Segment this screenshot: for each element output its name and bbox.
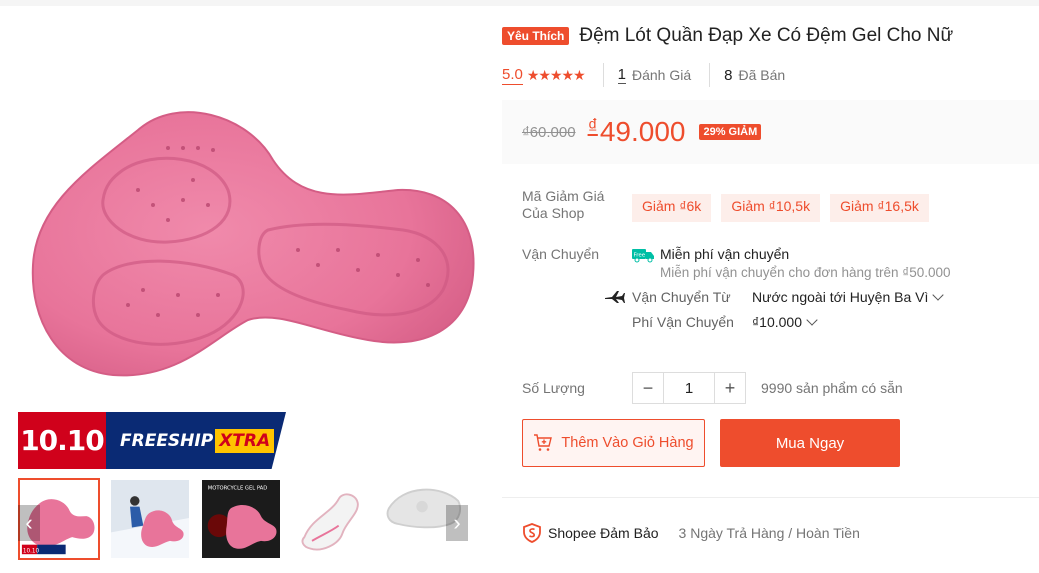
quantity-row: Số Lượng − + 9990 sản phẩm có sẵn	[522, 372, 903, 404]
ship-fee-value: ₫10.000	[752, 314, 803, 330]
voucher-list: Giảm ₫6k Giảm ₫10,5k Giảm ₫16,5k	[632, 194, 929, 222]
original-price: ₫60.000	[522, 123, 576, 141]
promo-freeship-text: FREESHIP	[120, 430, 214, 451]
cart-plus-icon	[534, 434, 553, 451]
quantity-label: Số Lượng	[522, 379, 585, 396]
quantity-increase-button[interactable]: +	[714, 372, 746, 404]
rating-divider	[602, 63, 604, 87]
thumb-moto-caption: MOTORCYCLE GEL PAD	[208, 486, 268, 492]
shopee-guarantee[interactable]: Shopee Đảm Bảo 3 Ngày Trả Hàng / Hoàn Ti…	[522, 523, 860, 543]
pink-saddle-pad-illustration	[31, 111, 475, 377]
thumbnail-strip: 10.10 MOTORCYCLE GEL PAD	[18, 478, 468, 563]
currency-symbol: ₫	[587, 116, 598, 138]
voucher-row: Mã Giảm Giá Của Shop Giảm ₫6k Giảm ₫10,5…	[522, 188, 929, 222]
ship-from-value: Nước ngoài tới Huyện Ba Vì	[752, 289, 929, 305]
free-icon-text: Free	[634, 253, 646, 259]
thumbnail-3[interactable]: MOTORCYCLE GEL PAD	[200, 478, 282, 560]
free-shipping-subtext: Miễn phí vận chuyển cho đơn hàng trên ₫5…	[660, 265, 951, 280]
promo-date: 10.10	[18, 412, 106, 469]
promo-freeship: FREESHIP XTRA	[106, 412, 286, 469]
thumbnail-2[interactable]	[109, 478, 191, 560]
stock-available: 9990 sản phẩm có sẵn	[761, 380, 903, 396]
thumbnail-prev-arrow[interactable]: ‹	[18, 505, 40, 541]
free-shipping-title: Miễn phí vận chuyển	[660, 246, 790, 262]
shipping-label: Vận Chuyển	[522, 246, 600, 262]
voucher-6k[interactable]: Giảm ₫6k	[632, 194, 712, 222]
main-product-image[interactable]	[18, 20, 488, 410]
ship-from-dropdown[interactable]: Nước ngoài tới Huyện Ba Vì	[752, 289, 945, 305]
rating-row: 5.0 ★★★★★ 1 Đánh Giá 8 Đã Bán	[502, 62, 1039, 88]
shipping-details: Free Miễn phí vận chuyển Miễn phí vận ch…	[605, 246, 950, 330]
guarantee-text: 3 Ngày Trả Hàng / Hoàn Tiền	[678, 525, 860, 541]
thumb-white-pad-icon	[293, 480, 371, 558]
airplane-icon	[605, 291, 625, 303]
thumbnail-next-arrow[interactable]: ›	[446, 505, 468, 541]
shipping-row: Vận Chuyển Free Miễn phí vận chuyển Miễn…	[522, 246, 950, 330]
top-strip	[0, 0, 1039, 6]
thumb-skier-icon	[111, 480, 189, 558]
sold-count: 8	[724, 66, 733, 84]
product-title: Đệm Lót Quần Đạp Xe Có Đệm Gel Cho Nữ	[579, 25, 954, 46]
review-count[interactable]: 1	[617, 66, 626, 84]
guarantee-name: Shopee Đảm Bảo	[548, 525, 659, 541]
quantity-stepper: − +	[632, 372, 746, 404]
rating-score[interactable]: 5.0	[502, 66, 523, 85]
thumbnail-4[interactable]	[291, 478, 373, 560]
section-divider	[502, 497, 1039, 498]
current-price: ₫49.000	[588, 116, 686, 148]
promo-banner-1010-freeship: 10.10 FREESHIP XTRA	[18, 412, 286, 469]
quantity-input[interactable]	[664, 372, 714, 404]
review-label: Đánh Giá	[631, 67, 692, 83]
voucher-label: Mã Giảm Giá Của Shop	[522, 188, 605, 221]
chevron-down-icon	[806, 314, 818, 326]
thumb-mini-date: 10.10	[23, 548, 40, 554]
add-to-cart-button[interactable]: Thêm Vào Giỏ Hàng	[522, 419, 705, 467]
ship-fee-row: Phí Vận Chuyển ₫10.000	[632, 314, 950, 330]
quantity-decrease-button[interactable]: −	[632, 372, 664, 404]
title-row: Yêu Thích Đệm Lót Quần Đạp Xe Có Đệm Gel…	[502, 20, 1039, 52]
price-box: ₫60.000 ₫49.000 29% GIẢM	[502, 100, 1039, 164]
free-shipping-line: Free Miễn phí vận chuyển Miễn phí vận ch…	[632, 246, 950, 280]
sold-label: Đã Bán	[738, 67, 786, 83]
sold-divider	[709, 63, 711, 87]
product-info-panel: Yêu Thích Đệm Lót Quần Đạp Xe Có Đệm Gel…	[502, 20, 1039, 543]
free-shipping-truck-icon: Free	[632, 249, 654, 263]
favorite-badge: Yêu Thích	[502, 27, 570, 45]
ship-fee-label: Phí Vận Chuyển	[632, 314, 734, 330]
thumb-motorcycle-icon: MOTORCYCLE GEL PAD	[202, 480, 280, 558]
shield-icon	[523, 523, 541, 543]
ship-fee-dropdown[interactable]: ₫10.000	[752, 314, 818, 330]
add-to-cart-label: Thêm Vào Giỏ Hàng	[561, 435, 694, 451]
rating-stars-icon: ★★★★★	[526, 66, 586, 83]
action-buttons: Thêm Vào Giỏ Hàng Mua Ngay	[522, 419, 900, 467]
current-price-value: 49.000	[599, 116, 686, 147]
buy-now-button[interactable]: Mua Ngay	[720, 419, 900, 467]
promo-xtra-text: XTRA	[215, 428, 275, 453]
ship-from-label: Vận Chuyển Từ	[632, 289, 731, 305]
voucher-10-5k[interactable]: Giảm ₫10,5k	[721, 194, 821, 222]
voucher-16-5k[interactable]: Giảm ₫16,5k	[830, 194, 929, 222]
discount-badge: 29% GIẢM	[699, 124, 762, 140]
chevron-down-icon	[932, 289, 945, 301]
ship-from-row: Vận Chuyển Từ Nước ngoài tới Huyện Ba Vì	[605, 289, 950, 305]
